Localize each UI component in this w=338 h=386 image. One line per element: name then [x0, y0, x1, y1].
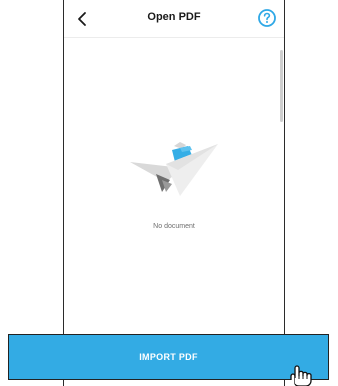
empty-state-message: No document [153, 223, 195, 230]
page-title: Open PDF [147, 11, 201, 23]
import-pdf-button[interactable]: IMPORT PDF [8, 334, 329, 380]
question-circle-icon [258, 9, 276, 27]
help-button[interactable] [256, 7, 278, 29]
paper-plane-icon [130, 142, 218, 196]
top-bar: Open PDF [64, 0, 284, 38]
scrollbar[interactable] [280, 50, 283, 122]
empty-state-illustration [128, 136, 220, 198]
import-pdf-label: IMPORT PDF [139, 352, 198, 362]
app-screen: Open PDF No document IMPORT PDF [0, 0, 338, 386]
phone-frame: Open PDF No document [63, 0, 285, 386]
hand-pointer-icon [286, 364, 316, 386]
